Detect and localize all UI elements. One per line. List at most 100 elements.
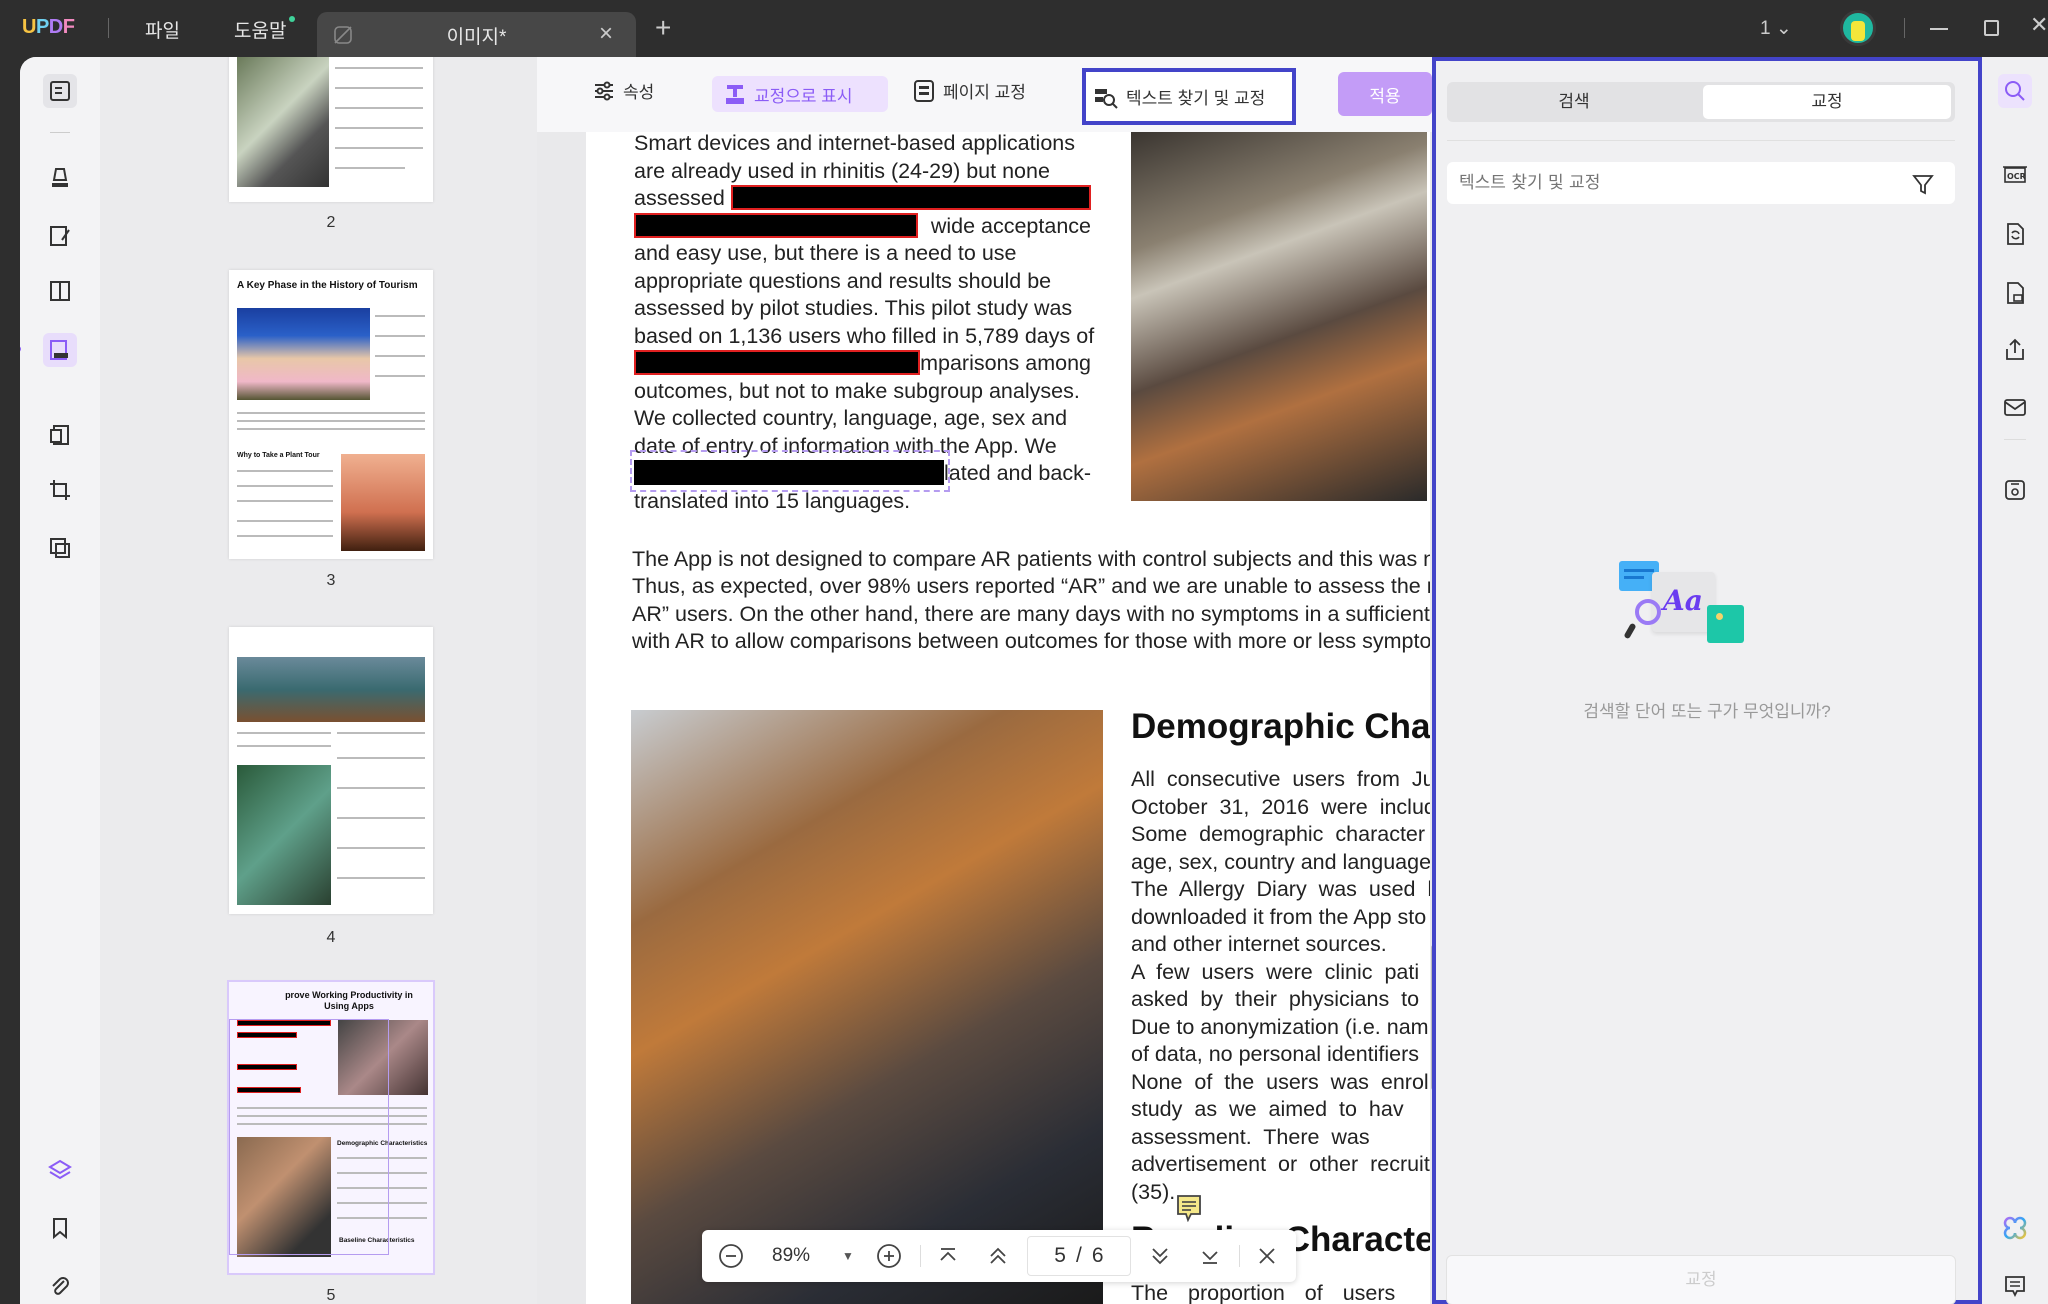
sticky-note-icon[interactable]	[1176, 1194, 1202, 1223]
redact-mark-icon	[726, 85, 744, 104]
notification-dot	[289, 16, 295, 22]
layers-icon[interactable]	[43, 1153, 77, 1187]
zoom-out-icon[interactable]	[718, 1243, 744, 1269]
close-navigation-icon[interactable]	[1256, 1245, 1278, 1267]
text-line: assessed	[634, 185, 1091, 212]
form-icon[interactable]	[43, 274, 77, 308]
last-page-icon[interactable]	[1199, 1245, 1221, 1267]
tab-close-icon[interactable]: ×	[599, 20, 613, 48]
search-input[interactable]	[1447, 162, 1955, 204]
chevron-down-icon: ⌄	[1775, 18, 1792, 39]
redaction-mark[interactable]	[634, 350, 921, 375]
comment-list-icon[interactable]	[1998, 1269, 2032, 1303]
thumbnail-page-5-selected[interactable]: prove Working Productivity in Using Apps…	[227, 980, 435, 1275]
bookmark-icon[interactable]	[43, 1211, 77, 1245]
divider	[919, 1245, 921, 1267]
minimize-icon[interactable]	[1930, 28, 1948, 30]
tools-icon[interactable]	[43, 531, 77, 565]
selection-box[interactable]	[630, 450, 950, 492]
share-icon[interactable]	[1998, 333, 2032, 367]
thumbnail-page-4[interactable]	[229, 627, 433, 914]
next-page-icon[interactable]	[1149, 1245, 1171, 1267]
organize-pages-icon[interactable]	[43, 418, 77, 452]
text-fragment: lated and back-	[943, 461, 1091, 485]
empty-state-message: 검색할 단어 또는 구가 무엇입니까?	[1583, 702, 1831, 721]
thumbnail-page-number: 2	[326, 214, 336, 231]
thumbnail-page-3[interactable]: A Key Phase in the History of Tourism Wh…	[229, 270, 433, 559]
find-and-redact-button[interactable]: 텍스트 찾기 및 교정	[1082, 68, 1296, 125]
text-line: Due to anonymization (i.e. nam	[1131, 1014, 1429, 1039]
zoom-in-icon[interactable]	[876, 1243, 902, 1269]
tab-label: 이미지*	[446, 27, 507, 48]
redact-button[interactable]: 교정	[1446, 1255, 1956, 1304]
page-switcher[interactable]: 1 ⌄	[1760, 17, 1792, 40]
total-pages: 6	[1091, 1244, 1104, 1267]
search-icon[interactable]	[1998, 74, 2032, 108]
previous-page-icon[interactable]	[987, 1245, 1009, 1267]
text-line: None of the users was enrolle	[1131, 1069, 1430, 1094]
save-icon[interactable]	[1998, 473, 2032, 507]
avatar[interactable]	[1840, 10, 1876, 46]
filter-icon[interactable]	[1912, 173, 1934, 195]
properties-button[interactable]: 속성	[593, 78, 654, 103]
redaction-mark[interactable]	[730, 185, 1091, 210]
pdf-page[interactable]: Smart devices and internet-based applica…	[586, 132, 1430, 1304]
text-line: mparisons among	[634, 350, 1091, 377]
menu-help[interactable]: 도움말	[234, 16, 286, 43]
zoom-dropdown-icon[interactable]: ▼	[842, 1249, 854, 1263]
thumbnail-page-2[interactable]	[229, 57, 433, 202]
document-area: 속성 교정으로 표시 페이지 교정 텍스트 찾기 및 교정 적용 Smart d…	[537, 57, 1436, 1304]
protect-redact-icon[interactable]	[43, 333, 77, 367]
attachment-icon[interactable]	[43, 1269, 77, 1303]
magnifier-icon	[1635, 599, 1661, 625]
page-redact-icon	[914, 79, 934, 102]
text-search-icon	[1095, 88, 1118, 109]
new-tab-button[interactable]: +	[655, 12, 671, 44]
maximize-icon[interactable]	[1984, 20, 1999, 36]
divider	[1238, 1245, 1240, 1267]
text-line: October 31, 2016 were include	[1131, 794, 1430, 819]
text-line: assessed by pilot studies. This pilot st…	[634, 296, 1073, 320]
page-separator: /	[1075, 1244, 1082, 1267]
email-icon[interactable]	[1998, 390, 2032, 424]
workspace: 2 A Key Phase in the History of Tourism …	[20, 57, 2048, 1304]
mark-for-redaction-button[interactable]: 교정으로 표시	[712, 76, 888, 112]
menu-file[interactable]: 파일	[145, 16, 180, 43]
panel-tabs: 검색 교정	[1447, 82, 1955, 122]
ocr-icon[interactable]: OCR	[1998, 157, 2032, 191]
thumbnail-page-number: 4	[326, 929, 336, 946]
reader-icon[interactable]	[43, 74, 77, 108]
close-window-icon[interactable]: ✕	[2030, 12, 2048, 38]
ai-assistant-icon[interactable]	[1998, 1211, 2032, 1245]
crop-icon[interactable]	[43, 473, 77, 507]
text-fragment: assessed	[634, 186, 725, 210]
updf-logo: UPDF	[22, 16, 75, 38]
text-line: A few users were clinic pati	[1131, 959, 1420, 984]
text-line: appropriate questions and results should…	[634, 269, 1052, 293]
divider	[1904, 18, 1905, 38]
text-line: of data, no personal identifiers	[1131, 1042, 1420, 1066]
text-line: asked by their physicians to a	[1131, 987, 1430, 1011]
viewport-indicator[interactable]	[229, 1019, 389, 1255]
apply-button[interactable]: 적용	[1338, 72, 1432, 116]
convert-icon[interactable]	[1998, 217, 2032, 251]
page-number-input[interactable]: 5 / 6	[1026, 1236, 1131, 1276]
redaction-mark[interactable]	[634, 213, 918, 238]
page-redaction-button[interactable]: 페이지 교정	[913, 78, 1026, 103]
protect-file-icon[interactable]	[1998, 276, 2032, 310]
text-line: All consecutive users from Ju	[1131, 767, 1430, 791]
search-illustration: Aa	[1619, 561, 1769, 661]
thumbnail-panel[interactable]: 2 A Key Phase in the History of Tourism …	[100, 57, 537, 1304]
comment-highlighter-icon[interactable]	[43, 161, 77, 195]
first-page-icon[interactable]	[937, 1245, 959, 1267]
zoom-level[interactable]: 89%	[772, 1245, 832, 1267]
team-photo	[631, 710, 1103, 1304]
text-line: outcomes, but not to make subgroup analy…	[634, 379, 1080, 403]
edit-pdf-icon[interactable]	[43, 219, 77, 253]
thumbnail-subtitle: Why to Take a Plant Tour	[237, 452, 320, 459]
tab-image[interactable]: 이미지* ×	[317, 12, 636, 57]
tab-redact[interactable]: 교정	[1703, 85, 1951, 119]
tab-search[interactable]: 검색	[1447, 82, 1701, 122]
page-navigation-bar: 89% ▼ 5 / 6	[702, 1230, 1296, 1282]
text-line: assessment. There was	[1131, 1124, 1370, 1149]
